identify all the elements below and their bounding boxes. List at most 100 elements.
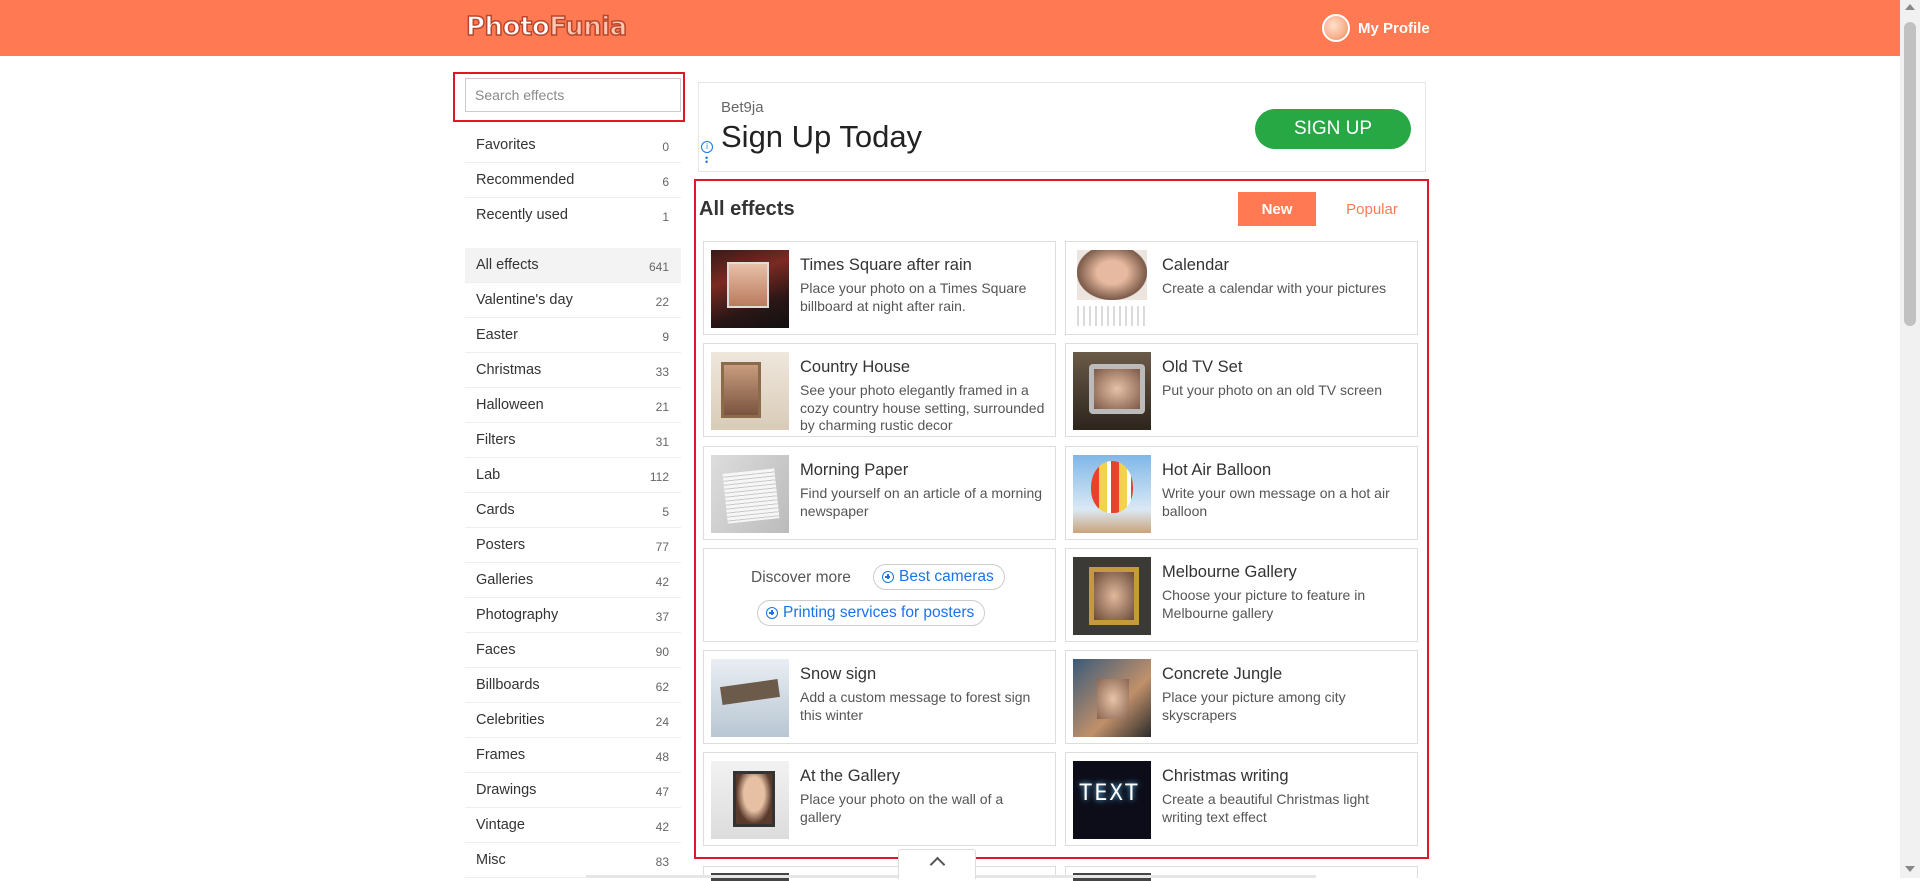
effect-description: Create a calendar with your pictures [1162,280,1387,296]
sidebar-item-count: 62 [655,680,669,694]
sidebar-item-christmas[interactable]: Christmas 33 [465,353,681,388]
tab-popular[interactable]: Popular [1334,192,1410,226]
printing-services-label: Printing services for posters [783,604,975,621]
sidebar-item-count: 83 [655,855,669,869]
sidebar-item-label: Favorites [476,137,536,153]
search-effects-input[interactable] [465,78,681,112]
sidebar-item-count: 5 [662,505,669,519]
sidebar-item-recently-used[interactable]: Recently used 1 [465,198,681,233]
effect-description: Choose your picture to feature in Melbou… [1162,587,1366,621]
sidebar-item-misc[interactable]: Misc 83 [465,843,681,878]
effect-title: Melbourne Gallery [1162,563,1297,581]
sidebar-item-label: Halloween [476,397,544,413]
effect-title: Country House [800,358,911,376]
sidebar-item-label: Misc [476,852,506,868]
logo-text-funia: Funia [548,11,627,43]
effect-description: Put your photo on an old TV screen [1162,382,1382,398]
effect-card-calendar[interactable]: Calendar Create a calendar with your pic… [1065,241,1418,335]
sidebar-item-label: Galleries [476,572,534,588]
scroll-down-arrow-icon[interactable] [1905,866,1915,872]
scroll-up-arrow-icon[interactable] [1905,4,1915,10]
printing-services-link[interactable]: Printing services for posters [757,600,986,626]
sidebar-item-label: Drawings [476,782,537,798]
effect-title: Concrete Jungle [1162,665,1283,683]
my-profile-link[interactable]: My Profile [1322,14,1430,42]
effect-card-times-square-after-rain[interactable]: Times Square after rain Place your photo… [703,241,1056,335]
sidebar-item-galleries[interactable]: Galleries 42 [465,563,681,598]
advertisement-banner[interactable]: Bet9ja Sign Up Today SIGN UP i • • [698,82,1426,172]
effect-thumbnail [1073,659,1151,737]
more-vertical-icon[interactable]: • • [705,154,708,167]
sidebar-item-count: 21 [655,400,669,414]
sidebar-item-cards[interactable]: Cards 5 [465,493,681,528]
effect-description: Place your photo on a Times Square billb… [800,280,1027,314]
info-icon[interactable]: i [701,141,713,153]
logo-text-photo: Photo [465,11,550,43]
tab-new[interactable]: New [1238,192,1316,226]
effect-description: Find yourself on an article of a morning… [800,485,1043,519]
effect-thumbnail [1073,455,1151,533]
effect-title: Christmas writing [1162,767,1289,785]
effect-title: Morning Paper [800,461,909,479]
effect-description: Add a custom message to forest sign this… [800,689,1031,723]
sidebar-item-count: 31 [655,435,669,449]
sidebar-item-count: 22 [655,295,669,309]
effect-card-hot-air-balloon[interactable]: Hot Air Balloon Write your own message o… [1065,446,1418,540]
discover-more-card: Discover more Best cameras Printing serv… [703,548,1056,642]
scrollbar-thumb[interactable] [1904,22,1916,326]
sidebar-item-count: 47 [655,785,669,799]
effect-card-country-house[interactable]: Country House See your photo elegantly f… [703,343,1056,437]
sidebar-item-drawings[interactable]: Drawings 47 [465,773,681,808]
effect-description: Place your photo on the wall of a galler… [800,791,1004,825]
effect-title: Calendar [1162,256,1229,274]
sidebar-item-vintage[interactable]: Vintage 42 [465,808,681,843]
sidebar-item-label: Valentine's day [476,292,573,308]
effect-card-old-tv-set[interactable]: Old TV Set Put your photo on an old TV s… [1065,343,1418,437]
photofunia-logo[interactable]: PhotoFunia [465,11,628,43]
sidebar-item-count: 42 [655,820,669,834]
effect-card-melbourne-gallery[interactable]: Melbourne Gallery Choose your picture to… [1065,548,1418,642]
effect-thumbnail [711,352,789,430]
collapse-toggle-button[interactable] [898,849,976,879]
sidebar-item-photography[interactable]: Photography 37 [465,598,681,633]
sidebar-item-label: All effects [476,257,539,273]
avatar-icon [1322,14,1350,42]
sidebar-item-label: Recommended [476,172,575,188]
sidebar-item-billboards[interactable]: Billboards 62 [465,668,681,703]
sidebar-item-favorites[interactable]: Favorites 0 [465,128,681,163]
sidebar-item-label: Billboards [476,677,540,693]
sidebar-item-label: Christmas [476,362,542,378]
effect-card-concrete-jungle[interactable]: Concrete Jungle Place your picture among… [1065,650,1418,744]
effect-description: Write your own message on a hot air ball… [1162,485,1390,519]
ad-brand: Bet9ja [721,99,764,116]
sidebar-item-count: 90 [655,645,669,659]
sidebar-item-count: 37 [655,610,669,624]
sidebar-item-count: 1 [662,210,669,224]
sidebar-item-valentines-day[interactable]: Valentine's day 22 [465,283,681,318]
sidebar-item-halloween[interactable]: Halloween 21 [465,388,681,423]
sidebar-item-posters[interactable]: Posters 77 [465,528,681,563]
effect-title: Times Square after rain [800,256,972,274]
sidebar-item-label: Photography [476,607,559,623]
effect-card-at-the-gallery[interactable]: At the Gallery Place your photo on the w… [703,752,1056,846]
effect-thumbnail [1073,250,1151,328]
effect-card-morning-paper[interactable]: Morning Paper Find yourself on an articl… [703,446,1056,540]
sidebar-item-faces[interactable]: Faces 90 [465,633,681,668]
sidebar-item-filters[interactable]: Filters 31 [465,423,681,458]
effect-thumbnail [711,455,789,533]
sidebar-item-easter[interactable]: Easter 9 [465,318,681,353]
effect-description: Place your picture among city skyscraper… [1162,689,1346,723]
ad-sign-up-button[interactable]: SIGN UP [1255,109,1411,149]
effect-title: Old TV Set [1162,358,1243,376]
sidebar-item-all-effects[interactable]: All effects 641 [465,248,681,283]
sidebar-item-frames[interactable]: Frames 48 [465,738,681,773]
sidebar-item-count: 33 [655,365,669,379]
best-cameras-link[interactable]: Best cameras [873,564,1005,590]
effect-card-christmas-writing[interactable]: Christmas writing Create a beautiful Chr… [1065,752,1418,846]
effect-card-snow-sign[interactable]: Snow sign Add a custom message to forest… [703,650,1056,744]
sidebar-item-recommended[interactable]: Recommended 6 [465,163,681,198]
sidebar-item-celebrities[interactable]: Celebrities 24 [465,703,681,738]
sidebar-item-label: Vintage [476,817,525,833]
sidebar-item-lab[interactable]: Lab 112 [465,458,681,493]
page-scrollbar[interactable] [1900,0,1920,878]
